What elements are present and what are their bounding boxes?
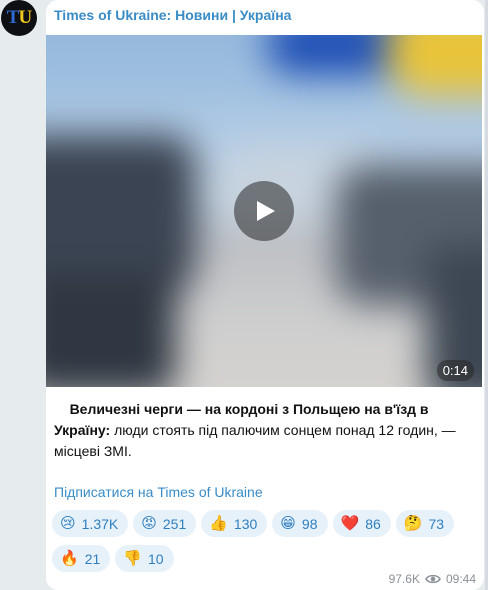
view-count: 97.6K [388, 572, 420, 586]
message-meta: 97.6K 09:44 [389, 572, 476, 586]
reaction-count: 86 [365, 515, 381, 532]
channel-name[interactable]: Times of Ukraine: Новини | Україна [54, 7, 291, 23]
eye-icon [425, 574, 441, 584]
caption-body: люди стоять під палючим сонцем понад 12 … [54, 422, 456, 459]
reaction-angry-face[interactable]: 😡 251 [133, 510, 197, 537]
angry-face-icon: 😡 [141, 514, 157, 532]
avatar-letter-t: T [6, 7, 20, 28]
fire-icon: 🔥 [60, 549, 79, 567]
video-duration: 0:14 [436, 360, 474, 381]
play-icon [257, 201, 275, 221]
subscribe-link[interactable]: Підписатися на Times of Ukraine [54, 484, 263, 500]
reaction-count: 21 [84, 550, 101, 567]
thinking-face-icon: 🤔 [403, 514, 423, 532]
red-heart-icon: ❤️ [340, 514, 360, 532]
thumbs-down-icon: 👎 [123, 549, 142, 567]
message-bubble: Times of Ukraine: Новини | Україна 0:14 … [46, 0, 484, 590]
video-preview[interactable]: 0:14 [46, 35, 482, 387]
reaction-thinking-face[interactable]: 🤔 73 [395, 510, 455, 537]
reaction-count: 73 [428, 515, 445, 532]
reaction-thumbs-up[interactable]: 👍 130 [201, 510, 268, 537]
message-caption: Величезні черги — на кордоні з Польщею н… [54, 399, 474, 462]
reaction-count: 1.37K [81, 515, 119, 532]
crying-face-icon: 😢 [60, 514, 76, 532]
reaction-fire[interactable]: 🔥 21 [52, 545, 111, 572]
avatar-letter-u: U [18, 7, 32, 28]
channel-avatar[interactable]: TU [1, 0, 37, 36]
reactions-bar: 😢 1.37K 😡 251 👍 130 😁 98 ❤️ 86 🤔 73 🔥 21 👎 10 [52, 510, 480, 572]
reaction-count: 10 [147, 550, 164, 567]
play-button[interactable] [234, 181, 294, 241]
reaction-grinning-face[interactable]: 😁 98 [272, 510, 328, 537]
thumbs-up-icon: 👍 [209, 514, 228, 532]
reaction-count: 130 [233, 515, 258, 532]
reaction-red-heart[interactable]: ❤️ 86 [332, 510, 391, 537]
reaction-count: 251 [162, 515, 187, 532]
reaction-crying-face[interactable]: 😢 1.37K [52, 510, 129, 537]
reaction-count: 98 [301, 515, 318, 532]
reaction-thumbs-down[interactable]: 👎 10 [115, 545, 174, 572]
message-time: 09:44 [445, 572, 476, 586]
grinning-face-icon: 😁 [280, 514, 296, 532]
